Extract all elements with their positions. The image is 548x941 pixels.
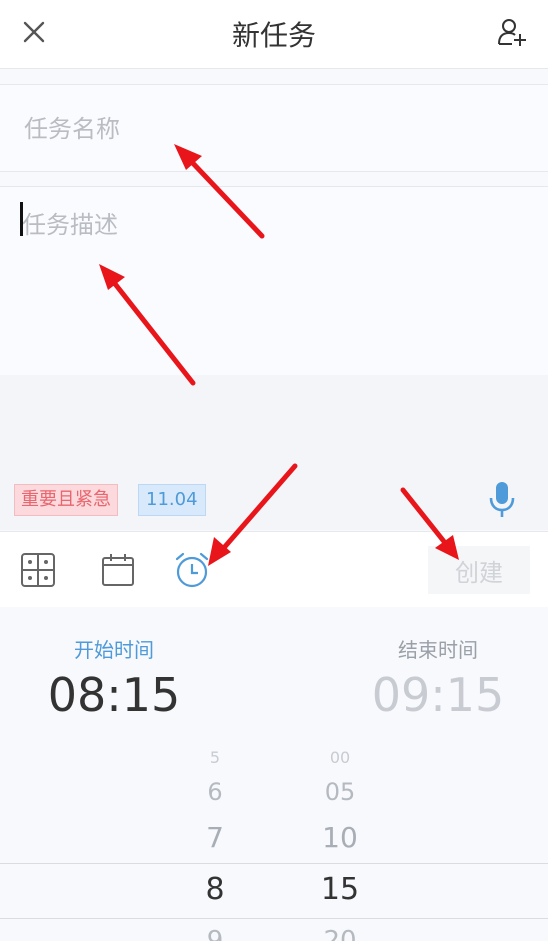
date-tag[interactable]: 11.04 <box>138 484 206 516</box>
minute-option: 05 <box>324 778 356 806</box>
minute-option-selected: 15 <box>320 872 360 907</box>
text-cursor <box>20 202 23 236</box>
date-picker-button[interactable] <box>98 550 138 590</box>
hour-option: 6 <box>207 778 223 806</box>
add-member-button[interactable] <box>490 12 534 52</box>
quadrant-grid-icon <box>21 553 55 587</box>
page-title: 新任务 <box>231 19 316 52</box>
hour-option: 5 <box>209 748 221 767</box>
priority-quadrant-button[interactable] <box>18 550 58 590</box>
minute-option: 10 <box>322 821 358 854</box>
voice-input-button[interactable] <box>484 478 520 522</box>
top-bar: 新任务 <box>0 0 548 69</box>
task-description-row <box>0 186 548 376</box>
end-time-label[interactable]: 结束时间 <box>324 634 548 663</box>
task-name-input[interactable] <box>22 85 526 173</box>
calendar-icon <box>102 554 134 586</box>
priority-tag[interactable]: 重要且紧急 <box>14 484 118 516</box>
task-description-input[interactable] <box>22 205 522 355</box>
start-time-value[interactable]: 08:15 <box>0 668 228 722</box>
hour-option-selected: 8 <box>205 872 225 907</box>
reminder-time-button[interactable] <box>172 550 212 590</box>
hour-option: 7 <box>206 821 224 854</box>
microphone-icon <box>489 482 515 517</box>
add-user-icon <box>498 19 526 46</box>
create-button[interactable]: 创建 <box>428 546 530 594</box>
hour-option: 9 <box>206 926 224 941</box>
start-time-label[interactable]: 开始时间 <box>0 634 228 663</box>
task-name-row <box>0 84 548 173</box>
end-time-value[interactable]: 09:15 <box>324 668 548 722</box>
minute-option: 00 <box>329 748 351 767</box>
minute-wheel[interactable]: 00 05 10 15 20 <box>280 746 400 941</box>
alarm-clock-icon <box>175 552 209 588</box>
hour-wheel[interactable]: 5 6 7 8 9 <box>155 746 275 941</box>
task-toolbar: 创建 <box>0 531 548 608</box>
minute-option: 20 <box>323 926 357 941</box>
